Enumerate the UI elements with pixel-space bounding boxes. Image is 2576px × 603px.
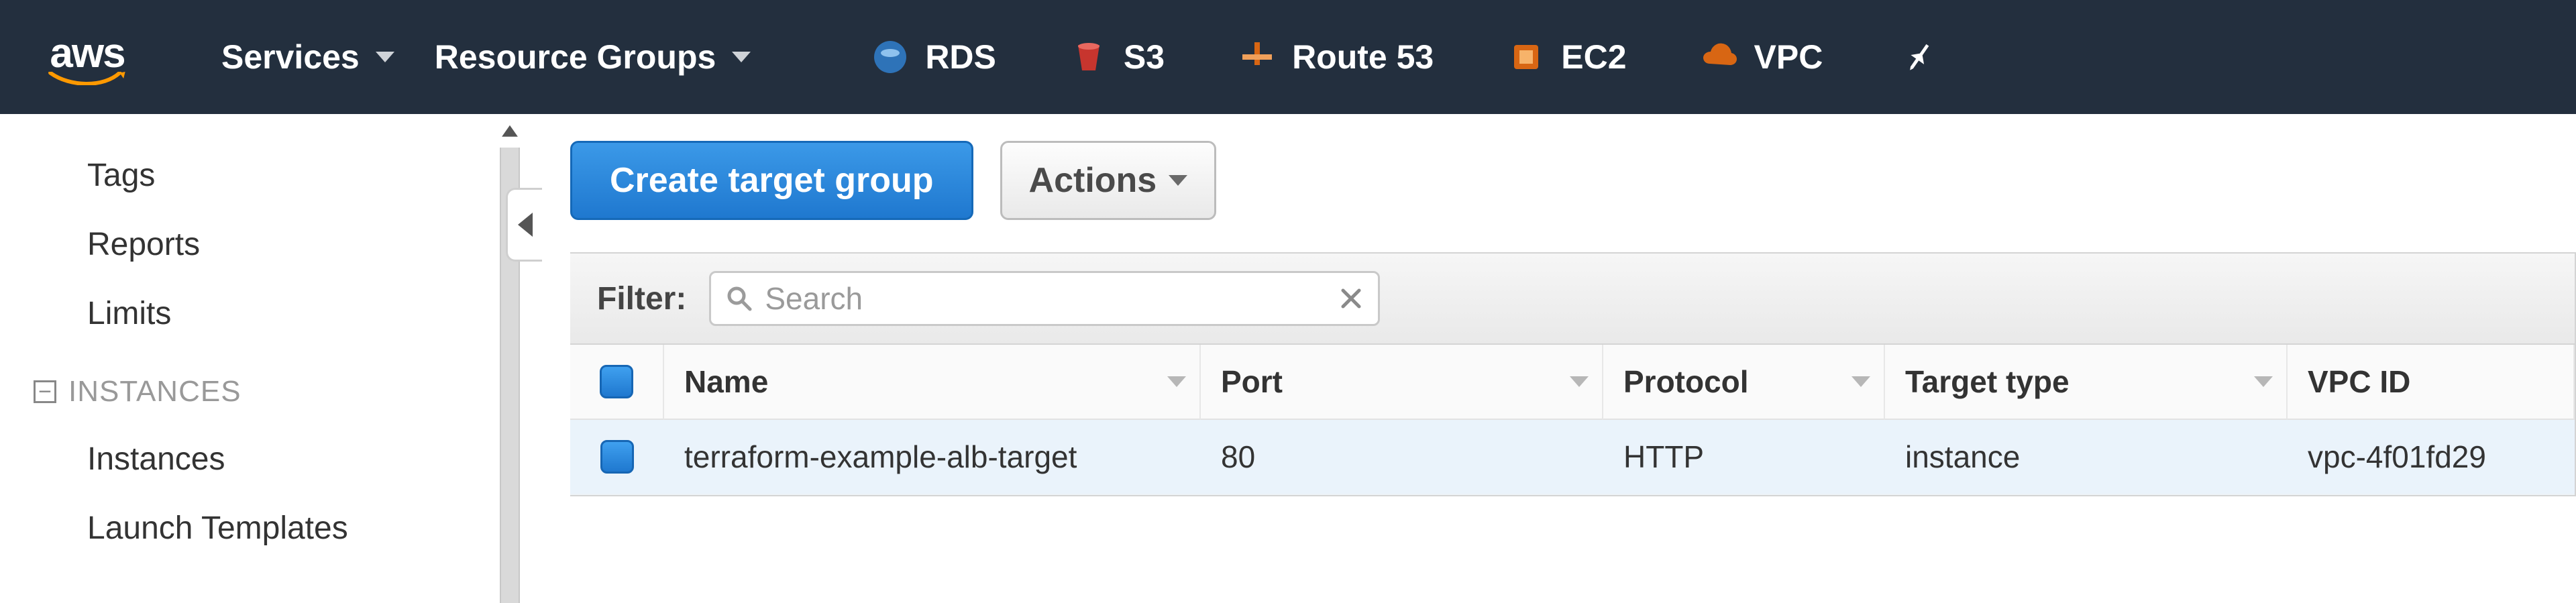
filter-label: Filter: xyxy=(597,280,686,317)
nav-shortcut-label: Route 53 xyxy=(1292,38,1434,76)
col-protocol[interactable]: Protocol xyxy=(1603,345,1885,420)
nav-shortcut-s3[interactable]: S3 xyxy=(1070,38,1165,76)
sort-caret-icon xyxy=(2254,376,2273,387)
nav-shortcut-label: VPC xyxy=(1754,38,1823,76)
sidebar-section-instances[interactable]: − INSTANCES xyxy=(0,348,483,425)
cell-name: terraform-example-alb-target xyxy=(664,420,1201,495)
scroll-up-icon[interactable] xyxy=(498,121,521,144)
body: Tags Reports Limits − INSTANCES Instance… xyxy=(0,114,2576,603)
sort-caret-icon xyxy=(1167,376,1186,387)
nav-services-label: Services xyxy=(221,38,360,76)
route53-icon xyxy=(1238,38,1276,76)
caret-down-icon xyxy=(732,52,751,62)
nav-shortcut-label: RDS xyxy=(925,38,996,76)
sidebar-item-limits[interactable]: Limits xyxy=(0,279,483,348)
collapse-toggle-icon[interactable]: − xyxy=(34,380,56,403)
nav-shortcut-label: EC2 xyxy=(1561,38,1626,76)
col-target-type[interactable]: Target type xyxy=(1885,345,2288,420)
filter-bar: Filter: xyxy=(570,252,2576,345)
aws-logo[interactable]: aws xyxy=(40,30,134,85)
search-icon xyxy=(726,285,753,312)
sidebar-item-launch-templates[interactable]: Launch Templates xyxy=(0,494,483,563)
col-port[interactable]: Port xyxy=(1201,345,1603,420)
nav-resource-groups[interactable]: Resource Groups xyxy=(435,38,751,76)
create-target-group-button[interactable]: Create target group xyxy=(570,141,973,220)
sidebar-item-reports[interactable]: Reports xyxy=(0,210,483,279)
ec2-icon xyxy=(1507,38,1545,76)
aws-logo-text: aws xyxy=(50,30,124,77)
top-nav: aws Services Resource Groups RDS S3 Rout… xyxy=(0,0,2576,114)
col-target-type-label: Target type xyxy=(1905,364,2070,400)
clear-search-icon[interactable] xyxy=(1339,286,1363,311)
sidebar: Tags Reports Limits − INSTANCES Instance… xyxy=(0,114,483,603)
sidebar-item-instances[interactable]: Instances xyxy=(0,425,483,494)
caret-down-icon xyxy=(1169,175,1187,186)
search-field[interactable] xyxy=(709,271,1380,326)
chevron-left-icon xyxy=(518,213,533,237)
actions-button-label: Actions xyxy=(1029,160,1157,201)
actions-button[interactable]: Actions xyxy=(1000,141,1217,220)
sidebar-item-tags[interactable]: Tags xyxy=(0,141,483,210)
checkbox-all[interactable] xyxy=(600,365,633,398)
nav-shortcut-rds[interactable]: RDS xyxy=(871,38,996,76)
col-vpc-id[interactable]: VPC ID xyxy=(2288,345,2575,420)
nav-shortcut-vpc[interactable]: VPC xyxy=(1701,38,1823,76)
col-port-label: Port xyxy=(1221,364,1283,400)
nav-shortcut-route53[interactable]: Route 53 xyxy=(1238,38,1434,76)
search-input[interactable] xyxy=(765,280,1339,317)
main-panel: Create target group Actions Filter: xyxy=(537,114,2576,603)
sort-caret-icon xyxy=(1851,376,1870,387)
sidebar-divider xyxy=(483,114,537,603)
cell-protocol: HTTP xyxy=(1603,420,1885,495)
vpc-icon xyxy=(1701,38,1738,76)
col-select[interactable] xyxy=(570,345,664,420)
rds-icon xyxy=(871,38,909,76)
col-vpc-id-label: VPC ID xyxy=(2308,364,2410,400)
col-name[interactable]: Name xyxy=(664,345,1201,420)
table-row[interactable]: terraform-example-alb-target 80 HTTP ins… xyxy=(570,420,2575,495)
checkbox-row[interactable] xyxy=(600,440,634,474)
table-header-row: Name Port Protocol Target type VPC ID xyxy=(570,345,2575,420)
nav-resource-groups-label: Resource Groups xyxy=(435,38,716,76)
col-protocol-label: Protocol xyxy=(1623,364,1749,400)
sidebar-collapse-handle[interactable] xyxy=(506,188,542,262)
col-name-label: Name xyxy=(684,364,768,400)
s3-icon xyxy=(1070,38,1108,76)
toolbar: Create target group Actions xyxy=(570,141,2576,220)
cell-target-type: instance xyxy=(1885,420,2288,495)
aws-smile-icon xyxy=(40,72,134,85)
nav-services[interactable]: Services xyxy=(221,38,394,76)
sidebar-section-label: INSTANCES xyxy=(68,375,241,408)
nav-shortcut-label: S3 xyxy=(1124,38,1165,76)
target-groups-table: Name Port Protocol Target type VPC ID xyxy=(570,345,2576,496)
cell-vpc-id: vpc-4f01fd29 xyxy=(2288,420,2575,495)
pin-icon xyxy=(1897,35,1942,80)
nav-shortcut-ec2[interactable]: EC2 xyxy=(1507,38,1626,76)
caret-down-icon xyxy=(376,52,394,62)
cell-port: 80 xyxy=(1201,420,1603,495)
row-select[interactable] xyxy=(570,420,664,495)
nav-pin-button[interactable] xyxy=(1903,41,1935,73)
sort-caret-icon xyxy=(1570,376,1589,387)
